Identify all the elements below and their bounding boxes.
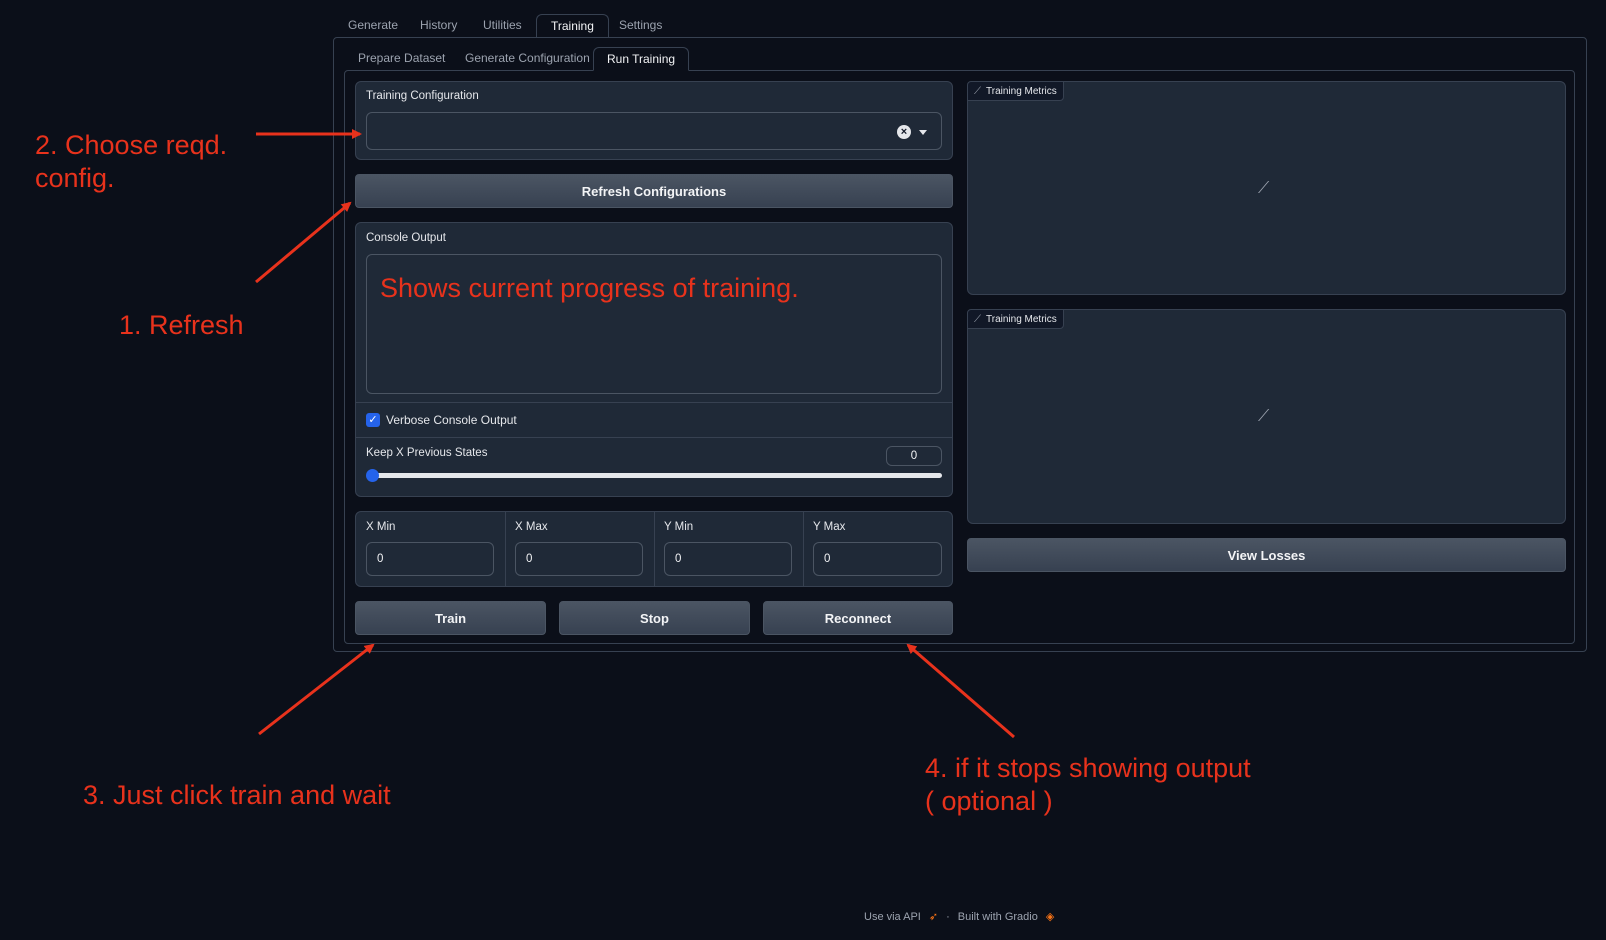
annotation-reconnect: 4. if it stops showing output ( optional…: [925, 752, 1251, 818]
chart-placeholder-icon: ⟋: [1258, 408, 1270, 425]
annotation-text: 4. if it stops showing output: [925, 753, 1251, 783]
tab-utilities[interactable]: Utilities: [469, 14, 536, 38]
x-min-label: X Min: [366, 521, 396, 533]
use-via-api-link[interactable]: Use via API: [864, 911, 921, 923]
footer: Use via API ➶ · Built with Gradio ◈: [864, 910, 1055, 924]
annotation-text: 2. Choose reqd.: [35, 130, 228, 160]
console-output-textarea[interactable]: Shows current progress of training.: [366, 254, 942, 394]
chart-placeholder-icon: ⟋: [1258, 180, 1270, 197]
plot-badge: ⟋ Training Metrics: [967, 309, 1064, 329]
annotation-refresh: 1. Refresh: [119, 310, 244, 340]
annotation-train: 3. Just click train and wait: [83, 780, 391, 810]
annotation-choose: 2. Choose reqd. config.: [35, 129, 227, 195]
x-min-input[interactable]: 0: [366, 542, 494, 576]
keep-states-label: Keep X Previous States: [366, 447, 488, 459]
plot-label: Training Metrics: [986, 85, 1057, 97]
gradio-logo-icon: ◈: [1045, 911, 1055, 923]
chevron-down-icon[interactable]: [919, 130, 927, 135]
y-max-label: Y Max: [813, 521, 846, 533]
divider: [803, 512, 804, 586]
keep-states-number-input[interactable]: 0: [886, 446, 942, 466]
x-max-input[interactable]: 0: [515, 542, 643, 576]
reconnect-button[interactable]: Reconnect: [763, 601, 953, 635]
tab-settings[interactable]: Settings: [605, 14, 676, 38]
divider: [356, 402, 952, 403]
console-label: Console Output: [366, 232, 446, 244]
plot-label: Training Metrics: [986, 313, 1057, 325]
arrow-to-train: [258, 643, 375, 736]
training-config-label: Training Configuration: [366, 90, 479, 102]
keep-states-slider-handle[interactable]: [366, 469, 379, 482]
refresh-configurations-button[interactable]: Refresh Configurations: [355, 174, 953, 208]
annotation-text: config.: [35, 163, 115, 193]
footer-separator: ·: [946, 910, 950, 923]
stop-button[interactable]: Stop: [559, 601, 750, 635]
plot-badge: ⟋ Training Metrics: [967, 81, 1064, 101]
rocket-icon: ➶: [928, 911, 939, 923]
x-max-label: X Max: [515, 521, 548, 533]
subtab-run-training[interactable]: Run Training: [593, 47, 690, 71]
tab-history[interactable]: History: [406, 14, 471, 38]
subtab-generate-configuration[interactable]: Generate Configuration: [452, 47, 603, 71]
annotation-text: ( optional ): [925, 786, 1053, 816]
divider: [356, 437, 952, 438]
verbose-label: Verbose Console Output: [386, 413, 517, 427]
training-config-dropdown[interactable]: ×: [366, 112, 942, 150]
arrow-to-reconnect: [906, 643, 1015, 739]
clear-icon[interactable]: ×: [897, 125, 911, 139]
view-losses-button[interactable]: View Losses: [967, 538, 1566, 572]
subtab-prepare-dataset[interactable]: Prepare Dataset: [345, 47, 458, 71]
verbose-checkbox[interactable]: ✓: [366, 413, 380, 427]
built-with-gradio-link[interactable]: Built with Gradio: [958, 911, 1038, 923]
train-button[interactable]: Train: [355, 601, 546, 635]
divider: [654, 512, 655, 586]
y-max-input[interactable]: 0: [813, 542, 942, 576]
chart-icon: ⟋: [974, 85, 981, 97]
divider: [505, 512, 506, 586]
keep-states-slider-track[interactable]: [368, 473, 942, 478]
y-min-input[interactable]: 0: [664, 542, 792, 576]
y-min-label: Y Min: [664, 521, 694, 533]
tab-training[interactable]: Training: [536, 14, 609, 38]
chart-icon: ⟋: [974, 313, 981, 325]
tab-generate[interactable]: Generate: [334, 14, 412, 38]
